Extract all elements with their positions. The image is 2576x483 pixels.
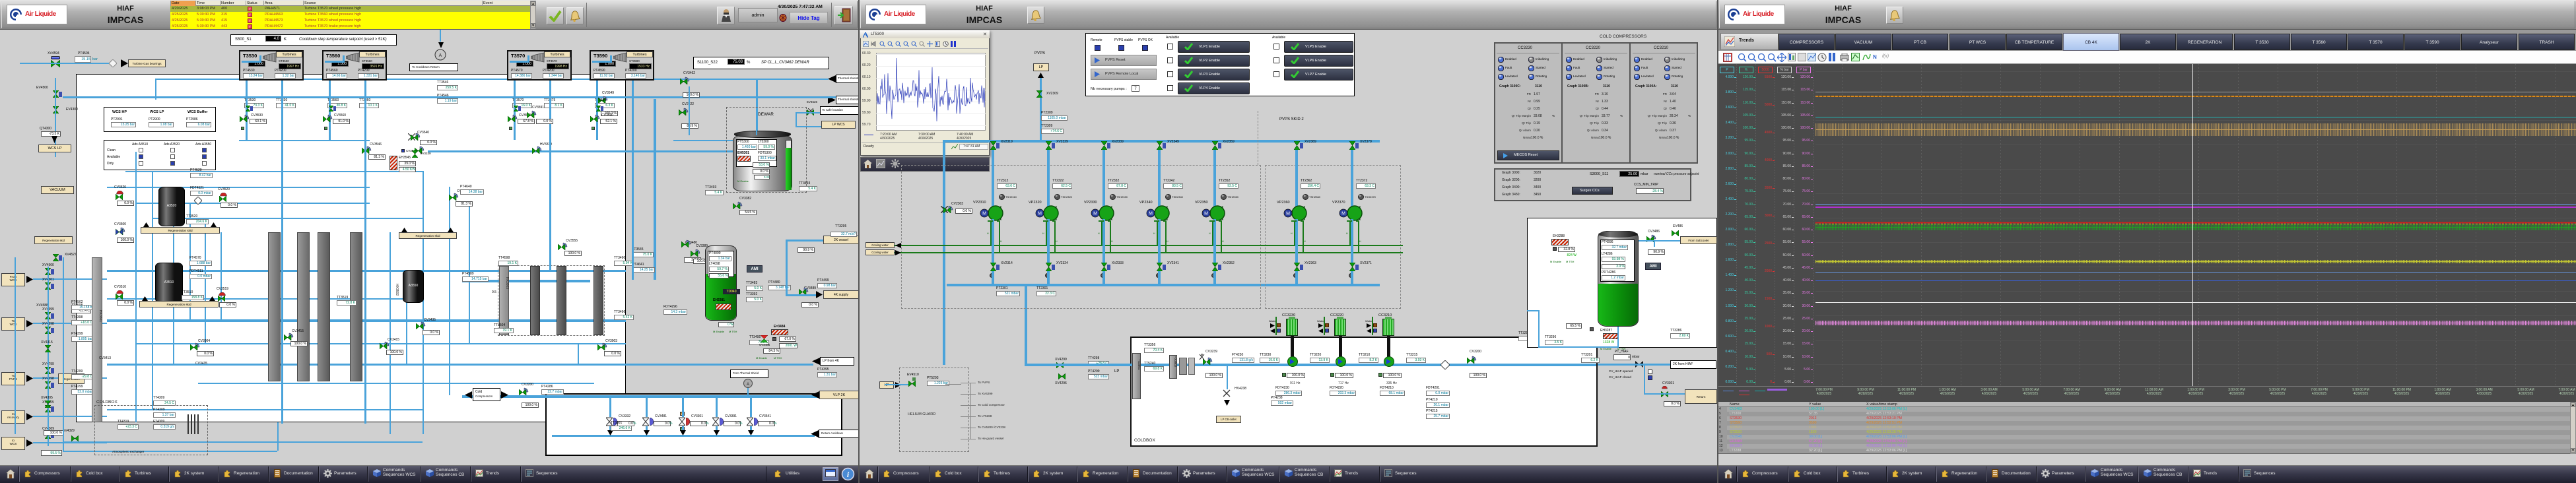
svg-text:M: M — [1093, 212, 1097, 216]
svg-text:M: M — [1038, 212, 1042, 216]
svg-text:M: M — [982, 212, 986, 216]
svg-text:M: M — [1286, 212, 1290, 216]
svg-text:A: A — [747, 383, 749, 387]
svg-text:A: A — [439, 53, 442, 58]
svg-text:M: M — [1149, 212, 1153, 216]
svg-text:M: M — [1341, 212, 1345, 216]
svg-text:M: M — [1204, 212, 1208, 216]
